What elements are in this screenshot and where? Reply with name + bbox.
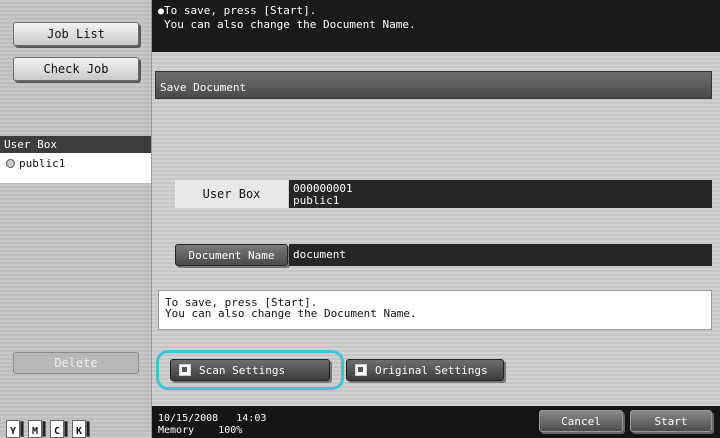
toner-levels: Y M C K [6,420,92,438]
message-line-2: You can also change the Document Name. [164,18,416,31]
main-panel: Save Document User Box 000000001 public1… [152,52,720,406]
toner-yellow: Y [6,420,24,438]
user-box-value: 000000001 public1 [289,180,712,208]
memory-label: Memory [158,425,195,436]
message-line-1: To save, press [Start]. [164,4,317,17]
left-panel: Job List Check Job User Box public1 Dele… [0,0,152,438]
user-box-item[interactable]: public1 [0,153,151,183]
delete-button[interactable]: Delete [13,352,139,374]
original-settings-label: Original Settings [375,363,488,377]
toner-label: C [53,426,61,437]
check-job-button[interactable]: Check Job [13,57,139,81]
box-icon [6,159,15,168]
user-box-number: 000000001 [293,182,353,195]
document-name-button[interactable]: Document Name [175,244,288,266]
job-list-button[interactable]: Job List [13,22,139,46]
toner-label: M [31,426,39,437]
toner-magenta: M [28,420,46,438]
cancel-button[interactable]: Cancel [539,410,623,432]
document-name-field: document [289,244,712,266]
toner-cyan: C [50,420,68,438]
start-button[interactable]: Start [630,410,712,432]
toner-label: K [75,426,83,437]
date: 10/15/2008 [158,413,219,424]
user-box-name: public1 [293,194,340,207]
date-time: 10/15/2008 14:03 Memory 100% [158,413,266,437]
scan-settings-icon [179,364,191,376]
user-box-item-label: public1 [19,157,66,170]
time: 14:03 [236,413,267,424]
status-bar: 10/15/2008 14:03 Memory 100% Cancel Star… [152,406,720,438]
info-line-2: You can also change the Document Name. [165,307,417,320]
memory-value: 100% [218,425,243,436]
scan-settings-label: Scan Settings [199,363,286,377]
original-settings-icon [355,364,367,376]
user-box-header: User Box [0,136,151,153]
copier-screen: Job List Check Job User Box public1 Dele… [0,0,720,438]
user-box-label: User Box [175,180,288,208]
toner-label: Y [9,426,17,437]
original-settings-button[interactable]: Original Settings [346,359,504,381]
toner-black: K [72,420,90,438]
message-bar: ●To save, press [Start]. You can also ch… [152,0,720,52]
info-box: To save, press [Start]. You can also cha… [158,290,712,330]
page-title: Save Document [155,71,712,99]
scan-settings-button[interactable]: Scan Settings [170,359,330,381]
